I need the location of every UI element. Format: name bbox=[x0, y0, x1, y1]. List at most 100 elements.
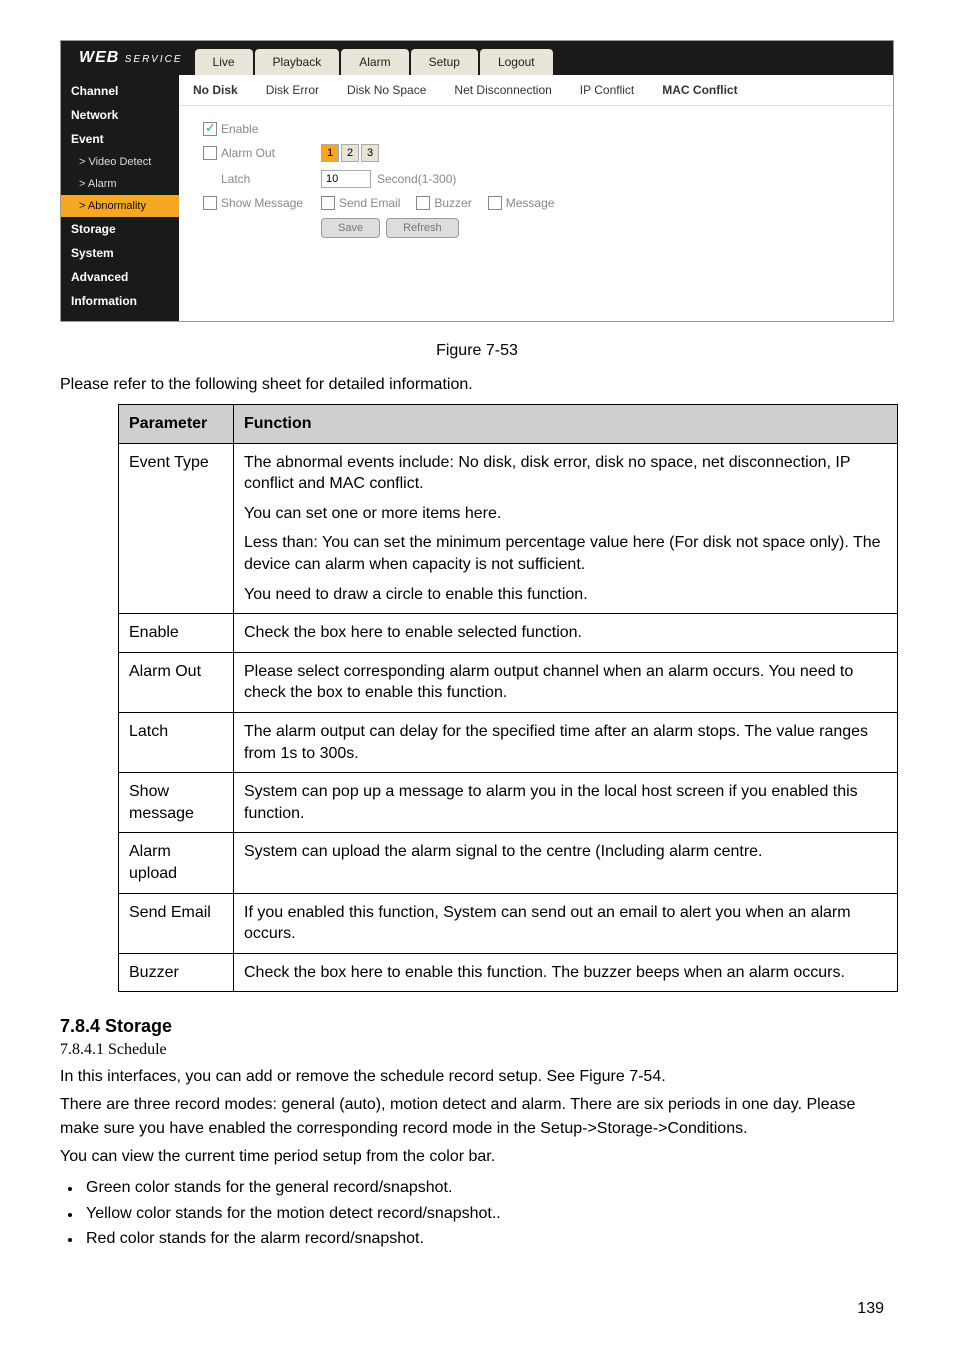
func-text: The abnormal events include: No disk, di… bbox=[244, 452, 887, 495]
param-cell: Alarm Out bbox=[119, 652, 234, 712]
sidebar-item-alarm[interactable]: > Alarm bbox=[61, 173, 179, 195]
func-text: You can set one or more items here. bbox=[244, 503, 887, 525]
func-text: Please select corresponding alarm output… bbox=[244, 661, 887, 704]
tab-logout[interactable]: Logout bbox=[480, 49, 553, 75]
func-text: Check the box here to enable selected fu… bbox=[244, 622, 887, 644]
sidebar-item-network[interactable]: Network bbox=[61, 103, 179, 127]
sidebar-item-event[interactable]: Event bbox=[61, 127, 179, 151]
param-cell: Send Email bbox=[119, 893, 234, 953]
sidebar-item-abnormality[interactable]: > Abnormality bbox=[61, 195, 179, 217]
row-alarm-out: Alarm Out 1 2 3 bbox=[203, 140, 869, 166]
bullet-3: Red color stands for the alarm record/sn… bbox=[82, 1226, 894, 1252]
alarm-out-3[interactable]: 3 bbox=[361, 144, 379, 162]
enable-checkbox[interactable] bbox=[203, 122, 217, 136]
func-text: You need to draw a circle to enable this… bbox=[244, 584, 887, 606]
bullet-list: Green color stands for the general recor… bbox=[82, 1175, 894, 1252]
table-row: Alarm upload System can upload the alarm … bbox=[119, 833, 898, 893]
web-top-bar: WEB SERVICE Live Playback Alarm Setup Lo… bbox=[61, 41, 893, 75]
refresh-button[interactable]: Refresh bbox=[386, 218, 459, 238]
subtab-ip-conflict[interactable]: IP Conflict bbox=[566, 75, 648, 105]
func-cell: If you enabled this function, System can… bbox=[234, 893, 898, 953]
alarm-out-label: Alarm Out bbox=[221, 146, 321, 160]
alarm-out-1[interactable]: 1 bbox=[321, 144, 339, 162]
save-button[interactable]: Save bbox=[321, 218, 380, 238]
logo-main: WEB bbox=[79, 49, 119, 66]
param-cell: Enable bbox=[119, 614, 234, 653]
latch-label: Latch bbox=[221, 172, 321, 186]
buzzer-label: Buzzer bbox=[434, 196, 471, 210]
para-3: You can view the current time period set… bbox=[60, 1145, 894, 1169]
logo-sub: SERVICE bbox=[125, 54, 183, 65]
table-row: Alarm OutPlease select corresponding ala… bbox=[119, 652, 898, 712]
sidebar-item-information[interactable]: Information bbox=[61, 289, 179, 313]
web-service-panel: WEB SERVICE Live Playback Alarm Setup Lo… bbox=[60, 40, 894, 322]
table-row: Send EmailIf you enabled this function, … bbox=[119, 893, 898, 953]
sub-tabs: No Disk Disk Error Disk No Space Net Dis… bbox=[179, 75, 893, 106]
sidebar-item-storage[interactable]: Storage bbox=[61, 217, 179, 241]
send-email-checkbox[interactable] bbox=[321, 196, 335, 210]
figure-caption: Figure 7-53 bbox=[60, 342, 894, 360]
row-buttons: Save Refresh bbox=[203, 214, 869, 242]
sidebar: Channel Network Event > Video Detect > A… bbox=[61, 75, 179, 321]
alarm-out-2[interactable]: 2 bbox=[341, 144, 359, 162]
row-latch: Latch Second(1-300) bbox=[203, 166, 869, 192]
para-1: In this interfaces, you can add or remov… bbox=[60, 1065, 894, 1089]
param-cell: Latch bbox=[119, 712, 234, 772]
func-cell: Please select corresponding alarm output… bbox=[234, 652, 898, 712]
func-text: Less than: You can set the minimum perce… bbox=[244, 532, 887, 575]
latch-input[interactable] bbox=[321, 170, 371, 188]
message-label: Message bbox=[506, 196, 555, 210]
alarm-out-checkbox[interactable] bbox=[203, 146, 217, 160]
table-row: Event TypeThe abnormal events include: N… bbox=[119, 443, 898, 614]
subtab-net-disc[interactable]: Net Disconnection bbox=[440, 75, 565, 105]
func-text: System can pop up a message to alarm you… bbox=[244, 781, 887, 824]
intro-text: Please refer to the following sheet for … bbox=[60, 376, 894, 394]
table-row: LatchThe alarm output can delay for the … bbox=[119, 712, 898, 772]
func-text: System can upload the alarm signal to th… bbox=[244, 841, 887, 863]
param-cell: Buzzer bbox=[119, 953, 234, 992]
func-cell: System can upload the alarm signal to th… bbox=[234, 833, 898, 893]
tab-alarm[interactable]: Alarm bbox=[341, 49, 408, 75]
web-main: No Disk Disk Error Disk No Space Net Dis… bbox=[179, 75, 893, 321]
param-cell: Show message bbox=[119, 773, 234, 833]
section-subheading: 7.8.4.1 Schedule bbox=[60, 1041, 894, 1059]
sidebar-item-system[interactable]: System bbox=[61, 241, 179, 265]
params-tbody: Event TypeThe abnormal events include: N… bbox=[119, 443, 898, 992]
table-row: Show messageSystem can pop up a message … bbox=[119, 773, 898, 833]
func-text: If you enabled this function, System can… bbox=[244, 902, 887, 945]
enable-label: Enable bbox=[221, 122, 258, 136]
row-enable: Enable bbox=[203, 118, 869, 140]
tab-live[interactable]: Live bbox=[195, 49, 253, 75]
func-cell: The abnormal events include: No disk, di… bbox=[234, 443, 898, 614]
func-cell: Check the box here to enable this functi… bbox=[234, 953, 898, 992]
web-body: Channel Network Event > Video Detect > A… bbox=[61, 75, 893, 321]
func-cell: Check the box here to enable selected fu… bbox=[234, 614, 898, 653]
param-cell: Event Type bbox=[119, 443, 234, 614]
subtab-mac-conflict[interactable]: MAC Conflict bbox=[648, 75, 751, 105]
section-heading: 7.8.4 Storage bbox=[60, 1016, 894, 1037]
tab-playback[interactable]: Playback bbox=[255, 49, 340, 75]
sidebar-item-channel[interactable]: Channel bbox=[61, 79, 179, 103]
show-message-checkbox[interactable] bbox=[203, 196, 217, 210]
form-area: Enable Alarm Out 1 2 3 Latch Second(1-30… bbox=[179, 106, 893, 254]
web-logo: WEB SERVICE bbox=[61, 49, 195, 67]
func-cell: The alarm output can delay for the speci… bbox=[234, 712, 898, 772]
subtab-disk-no-space[interactable]: Disk No Space bbox=[333, 75, 440, 105]
func-text: The alarm output can delay for the speci… bbox=[244, 721, 887, 764]
buzzer-checkbox[interactable] bbox=[416, 196, 430, 210]
sidebar-item-advanced[interactable]: Advanced bbox=[61, 265, 179, 289]
message-checkbox[interactable] bbox=[488, 196, 502, 210]
params-table: Parameter Function Event TypeThe abnorma… bbox=[118, 404, 898, 992]
latch-unit: Second(1-300) bbox=[377, 172, 456, 186]
row-options: Show Message Send Email Buzzer Message bbox=[203, 192, 869, 214]
show-message-label: Show Message bbox=[221, 196, 321, 210]
sidebar-item-video-detect[interactable]: > Video Detect bbox=[61, 151, 179, 173]
th-function: Function bbox=[234, 405, 898, 444]
param-cell: Alarm upload bbox=[119, 833, 234, 893]
th-parameter: Parameter bbox=[119, 405, 234, 444]
subtab-disk-error[interactable]: Disk Error bbox=[252, 75, 333, 105]
func-text: Check the box here to enable this functi… bbox=[244, 962, 887, 984]
table-row: Buzzer Check the box here to enable this … bbox=[119, 953, 898, 992]
tab-setup[interactable]: Setup bbox=[411, 49, 478, 75]
subtab-no-disk[interactable]: No Disk bbox=[179, 75, 252, 105]
